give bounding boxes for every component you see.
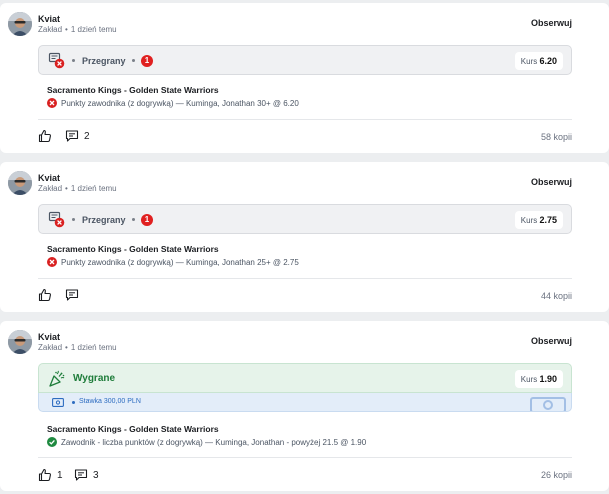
match-title[interactable]: Sacramento Kings - Golden State Warriors	[47, 244, 219, 254]
match-title[interactable]: Sacramento Kings - Golden State Warriors	[47, 85, 219, 95]
avatar[interactable]	[8, 330, 32, 354]
party-popper-icon	[49, 370, 65, 387]
comment-button[interactable]	[65, 288, 84, 302]
post-meta: Zakład • 1 dzień temu	[38, 184, 117, 193]
thumbs-up-icon	[38, 129, 51, 143]
odds-value: 1.90	[539, 374, 557, 384]
comment-button[interactable]: 3	[74, 468, 99, 482]
post-type: Zakład	[38, 25, 63, 34]
follow-button[interactable]: Obserwuj	[531, 177, 572, 187]
comment-button[interactable]: 2	[65, 129, 90, 143]
comment-icon	[65, 130, 79, 142]
stake-amount: Stawka 300,00 PLN	[79, 398, 141, 405]
like-count: 1	[57, 469, 63, 481]
odds-value: 2.75	[539, 215, 557, 225]
like-button[interactable]: 1	[38, 468, 63, 482]
post-card: Kviat Zakład • 1 dzień temu Obserwuj Przeg…	[0, 162, 609, 312]
comment-icon	[65, 289, 79, 301]
copies-count: 58 kopii	[540, 132, 572, 142]
separator-dot	[72, 401, 75, 404]
money-icon	[530, 397, 566, 411]
divider	[38, 457, 572, 458]
comment-icon	[74, 469, 88, 481]
post-type: Zakład	[38, 343, 63, 352]
divider	[38, 278, 572, 279]
bet-status-box[interactable]: Przegrany 1 Kurs 2.75	[38, 204, 572, 234]
separator-dot	[132, 59, 135, 62]
odds-badge: Kurs 6.20	[514, 52, 563, 70]
bet-selection: Punkty zawodnika (z dogrywką) — Kuminga,…	[47, 257, 299, 267]
separator-dot	[72, 218, 75, 221]
copies-count: 44 kopii	[540, 291, 572, 301]
post-time: 1 dzień temu	[70, 25, 117, 34]
post-meta: Zakład • 1 dzień temu	[38, 25, 117, 34]
username[interactable]: Kviat	[38, 173, 60, 183]
copies-count: 26 kopii	[540, 470, 572, 480]
selection-text: Punkty zawodnika (z dogrywką) — Kuminga,…	[61, 258, 299, 267]
lost-x-icon	[47, 257, 57, 267]
comment-count: 2	[84, 130, 90, 142]
post-time: 1 dzień temu	[70, 343, 117, 352]
separator-dot	[72, 59, 75, 62]
separator-dot	[132, 218, 135, 221]
avatar[interactable]	[8, 12, 32, 36]
post-time: 1 dzień temu	[70, 184, 117, 193]
post-type: Zakład	[38, 184, 63, 193]
post-meta: Zakład • 1 dzień temu	[38, 343, 117, 352]
thumbs-up-icon	[38, 288, 51, 302]
odds-value: 6.20	[539, 56, 557, 66]
bet-status-label: Przegrany	[82, 56, 126, 66]
post-card: Kviat Zakład • 1 dzień temu Obserwuj Wygra…	[0, 321, 609, 491]
like-button[interactable]	[38, 288, 57, 302]
odds-label: Kurs	[520, 216, 538, 225]
odds-label: Kurs	[520, 375, 538, 384]
divider	[38, 119, 572, 120]
username[interactable]: Kviat	[38, 332, 60, 342]
money-icon	[52, 398, 64, 407]
bet-status-label: Przegrany	[82, 215, 126, 225]
avatar[interactable]	[8, 171, 32, 195]
comment-count: 3	[93, 469, 99, 481]
thumbs-up-icon	[38, 468, 51, 482]
bet-status-label: Wygrane	[73, 373, 116, 384]
lost-x-icon	[47, 98, 57, 108]
follow-button[interactable]: Obserwuj	[531, 336, 572, 346]
bet-status-box[interactable]: Wygrane Kurs 1.90	[38, 363, 572, 393]
bet-selection: Zawodnik - liczba punktów (z dogrywką) —…	[47, 437, 366, 447]
selection-text: Zawodnik - liczba punktów (z dogrywką) —…	[61, 438, 367, 447]
odds-badge: Kurs 1.90	[514, 370, 563, 388]
odds-label: Kurs	[520, 57, 538, 66]
bet-status-box[interactable]: Przegrany 1 Kurs 6.20	[38, 45, 572, 75]
selection-text: Punkty zawodnika (z dogrywką) — Kuminga,…	[61, 99, 299, 108]
odds-badge: Kurs 2.75	[514, 211, 563, 229]
post-card: Kviat Zakład • 1 dzień temu Obserwuj Przeg…	[0, 3, 609, 153]
ticket-lost-icon	[48, 52, 65, 69]
match-title[interactable]: Sacramento Kings - Golden State Warriors	[47, 424, 219, 434]
follow-button[interactable]: Obserwuj	[531, 18, 572, 28]
ticket-lost-icon	[48, 211, 65, 228]
username[interactable]: Kviat	[38, 14, 60, 24]
bet-selection: Punkty zawodnika (z dogrywką) — Kuminga,…	[47, 98, 299, 108]
lost-count-badge: 1	[141, 214, 153, 226]
stake-bar: Stawka 300,00 PLN	[38, 393, 572, 412]
lost-count-badge: 1	[141, 55, 153, 67]
like-button[interactable]	[38, 129, 57, 143]
won-check-icon	[47, 437, 57, 447]
